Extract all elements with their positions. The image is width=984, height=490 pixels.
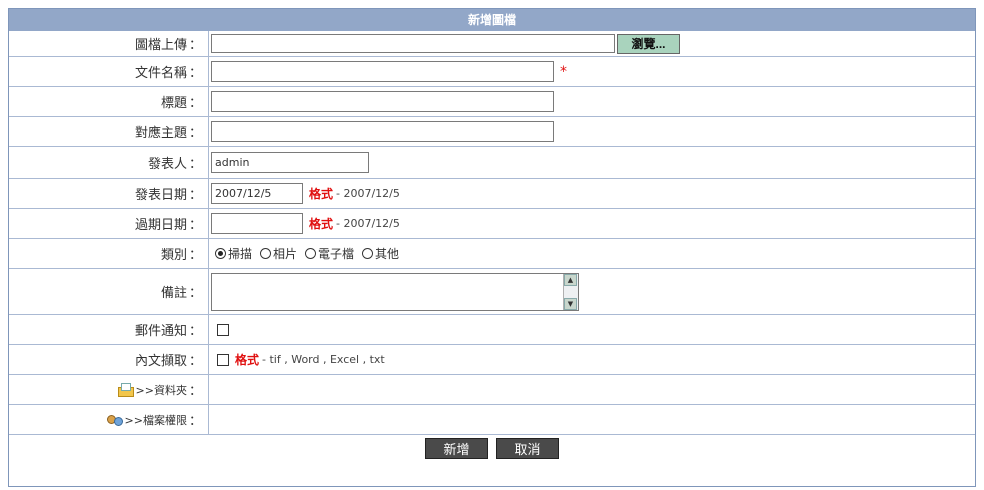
expire-date-label: 過期日期：: [9, 209, 209, 238]
category-radio-electronic[interactable]: [305, 248, 317, 259]
publish-date-input[interactable]: [211, 183, 303, 204]
expire-date-format-label: 格式: [309, 217, 334, 231]
doc-name-label: 文件名稱：: [9, 57, 209, 86]
row-subject: 標題：: [9, 87, 975, 117]
extract-label: 內文擷取：: [9, 345, 209, 374]
expire-date-input[interactable]: [211, 213, 303, 234]
row-doc-name: 文件名稱： *: [9, 57, 975, 87]
row-publish-date: 發表日期： 格式 - 2007/12/5: [9, 179, 975, 209]
mail-notify-checkbox[interactable]: [217, 323, 229, 336]
memo-label: 備註：: [9, 269, 209, 314]
extract-format-value: - tif , Word , Excel , txt: [262, 353, 385, 366]
row-permission: >>檔案權限：: [9, 405, 975, 435]
row-mail-notify: 郵件通知：: [9, 315, 975, 345]
category-option-label: 電子檔: [318, 247, 355, 261]
form-rows: 圖檔上傳： 瀏覽... 文件名稱： * 標題： 對應主題： 發表人 ： admi…: [9, 31, 975, 462]
category-radio-other[interactable]: [362, 248, 374, 259]
extract-format-label: 格式: [235, 353, 260, 367]
publish-date-label: 發表日期：: [9, 179, 209, 208]
publisher-label: 發表人：: [9, 147, 209, 178]
add-image-form: 新增圖檔 圖檔上傳： 瀏覽... 文件名稱： * 標題： 對應主題 ： 發表人 …: [8, 8, 976, 487]
doc-name-input[interactable]: [211, 61, 554, 82]
category-option-label: 掃描: [228, 247, 253, 261]
form-title: 新增圖檔: [9, 9, 975, 31]
row-folder: >>資料夾：: [9, 375, 975, 405]
subject-label: 標題：: [9, 87, 209, 116]
subject-input[interactable]: [211, 91, 554, 112]
category-option-label: 相片: [273, 247, 298, 261]
publisher-input[interactable]: [211, 152, 369, 173]
scroll-down-icon[interactable]: ▼: [564, 297, 577, 310]
category-radio-photo[interactable]: [260, 248, 272, 259]
button-bar: 新增 取消: [9, 435, 975, 462]
permission-label[interactable]: >>檔案權限：: [9, 405, 209, 434]
row-category: 類別： 掃描 相片 電子檔 其他: [9, 239, 975, 269]
category-radio-group: 掃描 相片 電子檔 其他: [211, 239, 399, 268]
row-extract: 內文擷取： 格式 - tif , Word , Excel , txt: [9, 345, 975, 375]
publish-date-format-value: - 2007/12/5: [336, 187, 400, 200]
category-label: 類別：: [9, 239, 209, 268]
required-mark: *: [560, 63, 567, 80]
scroll-up-icon[interactable]: ▲: [564, 273, 577, 286]
topic-label: 對應主題：: [9, 117, 209, 146]
memo-scrollbar[interactable]: ▲ ▼: [563, 273, 578, 310]
row-memo: 備註： ▲ ▼: [9, 269, 975, 315]
extract-checkbox[interactable]: [217, 353, 229, 366]
memo-textarea[interactable]: ▲ ▼: [211, 272, 579, 311]
upload-file-field[interactable]: [211, 34, 615, 53]
row-topic: 對應主題：: [9, 117, 975, 147]
upload-label: 圖檔上傳：: [9, 31, 209, 56]
cancel-button[interactable]: 取消: [496, 438, 559, 459]
folder-icon[interactable]: [117, 382, 135, 397]
mail-notify-label: 郵件通知：: [9, 315, 209, 344]
expire-date-format-value: - 2007/12/5: [336, 217, 400, 230]
add-button[interactable]: 新增: [425, 438, 488, 459]
category-radio-scan[interactable]: [215, 248, 226, 259]
topic-input[interactable]: [211, 121, 554, 142]
row-publisher: 發表人：: [9, 147, 975, 179]
permission-icon[interactable]: [106, 413, 124, 427]
category-option-label: 其他: [375, 247, 400, 261]
publish-date-format-label: 格式: [309, 187, 334, 201]
browse-button[interactable]: 瀏覽...: [617, 33, 680, 54]
row-upload: 圖檔上傳： 瀏覽...: [9, 31, 975, 57]
folder-label[interactable]: >>資料夾：: [9, 375, 209, 404]
row-expire-date: 過期日期： 格式 - 2007/12/5: [9, 209, 975, 239]
